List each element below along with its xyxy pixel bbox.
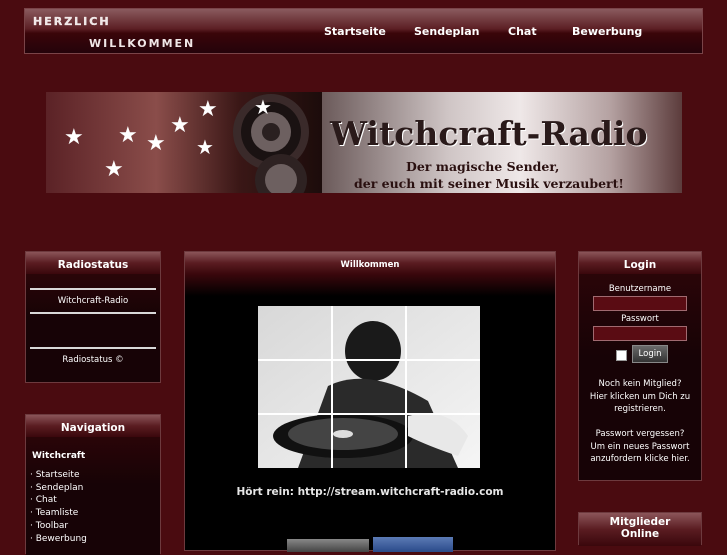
register-link[interactable]: Noch kein Mitglied? Hier klicken um Dich… [579,378,701,416]
main-content-box: Willkommen Hört rein: http://stream.witc… [184,251,556,552]
svg-text:★: ★ [64,125,84,150]
welcome-text-line1: Herzlich [33,15,111,28]
password-input[interactable] [593,326,687,341]
svg-text:★: ★ [170,113,190,138]
banner-subtitle-line1: Der magische Sender, [406,159,560,174]
nav-link-chat[interactable]: · Chat [26,494,160,507]
radiostatus-box: Radiostatus Witchcraft-Radio Radiostatus… [25,251,161,383]
remember-checkbox[interactable] [616,350,627,361]
members-online-box: Mitglieder Online [578,512,702,546]
nav-startseite[interactable]: Startseite [324,25,386,38]
members-online-title: Mitglieder Online [579,513,701,546]
dj-photo [258,306,480,468]
station-name: Witchcraft-Radio [57,296,129,306]
nav-link-bewerbung[interactable]: · Bewerbung [26,533,160,546]
site-banner: ★ ★ ★ ★ ★ ★ ★ ★ Witchcraft-Radio Der mag… [46,92,682,193]
nav-link-startseite[interactable]: · Startseite [26,469,160,482]
radiostatus-title: Radiostatus [26,252,160,274]
username-label: Benutzername [608,284,672,294]
nav-chat[interactable]: Chat [508,25,537,38]
dj-photo-graphic [258,306,480,468]
nav-link-toolbar[interactable]: · Toolbar [26,520,160,533]
banner-title: Witchcraft-Radio [330,114,648,153]
divider [30,312,156,314]
login-box: Login Benutzername Passwort Login Noch k… [578,251,702,481]
login-button[interactable]: Login [632,345,668,363]
nav-link-sendeplan[interactable]: · Sendeplan [26,482,160,495]
banner-subtitle-line2: der euch mit seiner Musik verzaubert! [354,176,624,191]
svg-text:★: ★ [146,131,166,156]
banner-title-area: Witchcraft-Radio Der magische Sender, de… [322,92,682,193]
nav-link-teamliste[interactable]: · Teamliste [26,507,160,520]
svg-text:★: ★ [104,157,124,182]
divider [30,288,156,290]
login-title: Login [579,252,701,274]
stream-link-text[interactable]: Hört rein: http://stream.witchcraft-radi… [185,486,555,498]
radiostatus-footer: Radiostatus © [62,355,124,365]
divider [30,347,156,349]
username-input[interactable] [593,296,687,311]
welcome-text-line2: Willkommen [89,37,196,50]
banner-image: ★ ★ ★ ★ ★ ★ ★ ★ [46,92,322,193]
svg-text:★: ★ [196,135,214,159]
main-title: Willkommen [185,252,555,274]
svg-text:★: ★ [198,97,218,122]
top-navigation-bar: Herzlich Willkommen Startseite Sendeplan… [24,8,703,54]
navigation-title: Navigation [26,415,160,437]
password-label: Passwort [621,314,659,324]
svg-text:★: ★ [118,123,138,148]
svg-text:★: ★ [254,95,272,119]
nav-bewerbung[interactable]: Bewerbung [572,25,642,38]
forgot-password-link[interactable]: Passwort vergessen? Um ein neues Passwor… [579,428,701,466]
navigation-box: Navigation Witchcraft · Startseite · Sen… [25,414,161,555]
speaker-stars-graphic: ★ ★ ★ ★ ★ ★ ★ ★ [64,94,309,193]
nav-sendeplan[interactable]: Sendeplan [414,25,479,38]
navigation-section-title: Witchcraft [32,451,86,461]
banner-button-1[interactable] [287,539,369,552]
